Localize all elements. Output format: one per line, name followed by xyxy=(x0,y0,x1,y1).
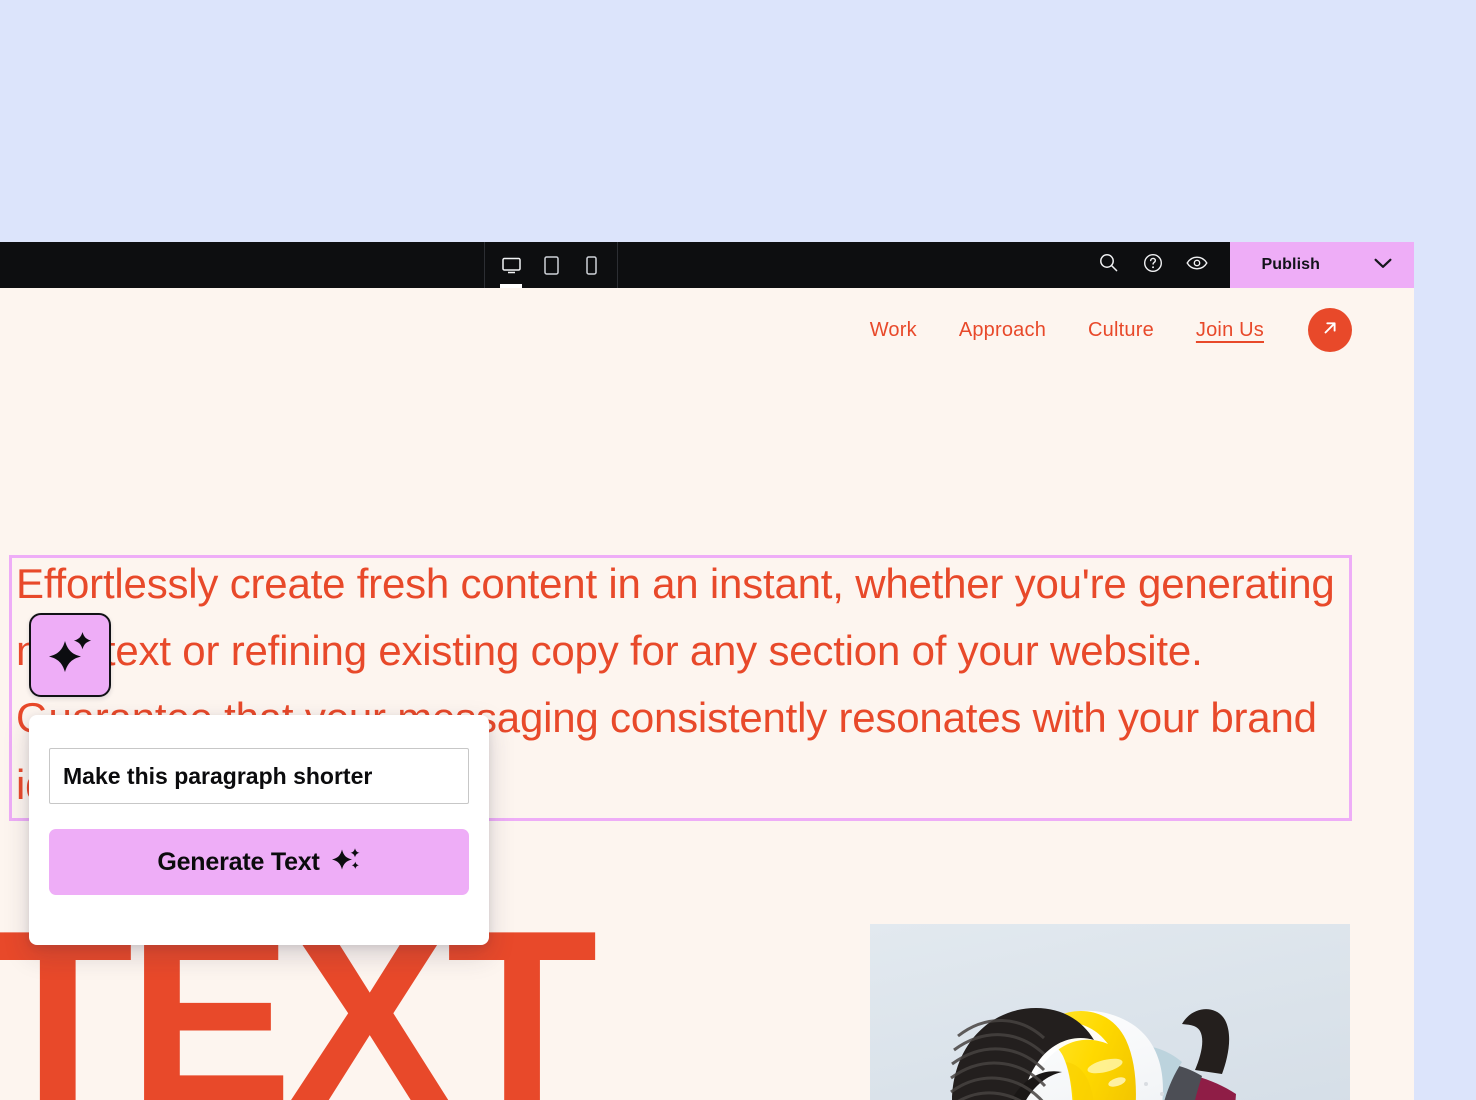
device-switcher xyxy=(485,242,617,288)
eye-icon xyxy=(1185,255,1208,276)
publish-group: Publish xyxy=(1229,242,1414,288)
publish-dropdown-button[interactable] xyxy=(1352,242,1414,288)
site-canvas: Work Approach Culture Join Us Effortless… xyxy=(0,288,1414,1100)
sparkles-icon xyxy=(331,845,361,880)
toolbar-left-spacer xyxy=(0,242,484,288)
hero-sneaker-image xyxy=(870,924,1350,1100)
mobile-icon xyxy=(585,255,597,275)
editor-toolbar: Publish xyxy=(0,242,1414,288)
nav-link-join-us[interactable]: Join Us xyxy=(1196,319,1264,342)
nav-link-culture[interactable]: Culture xyxy=(1088,319,1154,342)
generate-text-button[interactable]: Generate Text xyxy=(49,829,469,895)
device-tablet-button[interactable] xyxy=(537,242,565,288)
nav-link-approach[interactable]: Approach xyxy=(959,319,1046,342)
publish-button[interactable]: Publish xyxy=(1230,242,1352,288)
site-navigation: Work Approach Culture Join Us xyxy=(870,308,1352,352)
ai-prompt-popover: Generate Text xyxy=(29,715,489,945)
device-desktop-button[interactable] xyxy=(497,242,525,288)
help-circle-icon xyxy=(1143,253,1163,278)
search-icon xyxy=(1099,253,1118,277)
help-button[interactable] xyxy=(1140,252,1166,278)
nav-cta-button[interactable] xyxy=(1308,308,1352,352)
ai-assistant-trigger-button[interactable] xyxy=(29,613,111,697)
tablet-icon xyxy=(543,255,559,275)
search-button[interactable] xyxy=(1096,252,1122,278)
device-mobile-button[interactable] xyxy=(577,242,605,288)
chevron-down-icon xyxy=(1374,256,1392,274)
ai-prompt-input[interactable] xyxy=(49,748,469,804)
sparkles-icon xyxy=(45,629,95,682)
preview-button[interactable] xyxy=(1184,252,1210,278)
toolbar-mid-spacer xyxy=(618,242,1082,288)
site-editor-window: Publish Work Approach Culture Join Us Ef… xyxy=(0,242,1414,1100)
generate-text-label: Generate Text xyxy=(157,847,320,876)
arrow-up-right-icon xyxy=(1319,317,1341,344)
nav-link-work[interactable]: Work xyxy=(870,319,917,342)
toolbar-actions xyxy=(1082,242,1230,288)
desktop-icon xyxy=(501,257,521,274)
